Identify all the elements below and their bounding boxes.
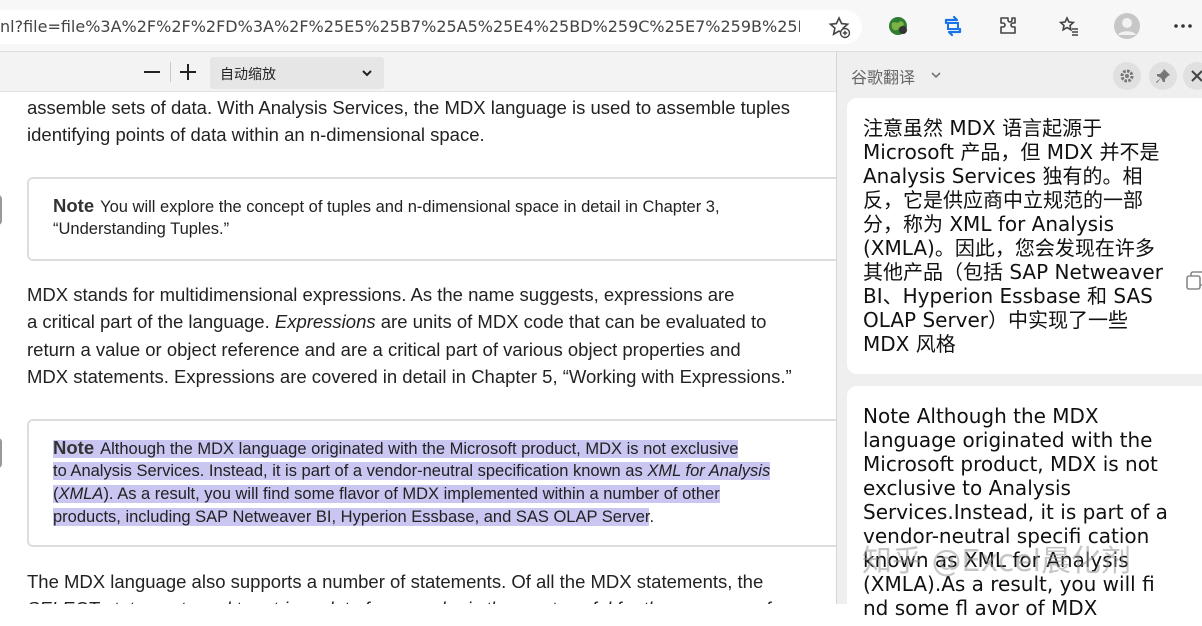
note-line: “Understanding Tuples.”: [53, 220, 230, 238]
favorites-icon[interactable]: [1054, 11, 1084, 41]
toolbar-divider: [170, 62, 171, 82]
translation-line: 反，它是供应商中立规范的一部: [863, 188, 1143, 212]
note-text: You will explore the concept of tuples a…: [100, 198, 720, 216]
paragraph-line: The MDX language also supports a number …: [27, 571, 764, 592]
extensions-puzzle-icon[interactable]: [993, 11, 1023, 41]
translation-line: OLAP Server）中实现了一些: [863, 308, 1129, 332]
source-line: language originated with the: [863, 428, 1153, 452]
source-line: nd some fl avor of MDX: [863, 596, 1098, 620]
address-bar[interactable]: nl?file=file%3A%2F%2F%2FD%3A%2F%25E5%25B…: [0, 10, 862, 44]
translation-line: 分，称为 XML for Analysis: [863, 212, 1115, 236]
zoom-out-button[interactable]: [140, 60, 164, 84]
settings-button[interactable]: [1113, 62, 1141, 90]
more-menu-icon[interactable]: [1168, 11, 1198, 41]
source-line: Services.Instead, it is part of a: [863, 500, 1168, 524]
note-title: Note: [53, 437, 95, 458]
translation-line: 注意虽然 MDX 语言起源于: [863, 116, 1103, 140]
italic-term: Expressions: [274, 311, 376, 332]
translation-line: MDX 风格: [863, 332, 956, 356]
note-line[interactable]: Note Although the MDX language originated…: [53, 436, 739, 461]
intro-line-1: assemble sets of data. With Analysis Ser…: [27, 97, 790, 118]
sidebar-tab-marker: [0, 438, 2, 468]
paragraph-line: SELECT statement used to retrieve data f…: [27, 595, 770, 604]
zoom-in-button[interactable]: [176, 60, 200, 84]
translation-line: BI、Hyperion Essbase 和 SAS: [863, 284, 1153, 308]
favorite-add-icon[interactable]: [824, 12, 854, 42]
source-text-card: Note Although the MDX language originate…: [847, 386, 1202, 626]
note-line[interactable]: products, including SAP Netweaver BI, Hy…: [53, 506, 654, 529]
pin-button[interactable]: [1149, 62, 1177, 90]
note-line[interactable]: to Analysis Services. Instead, it is par…: [53, 460, 771, 483]
source-line: exclusive to Analysis: [863, 476, 1071, 500]
source-line: (XMLA).As a result, you will fi: [863, 572, 1155, 596]
paragraph-line: MDX statements. Expressions are covered …: [27, 366, 792, 387]
sidebar-tab-marker: [0, 195, 2, 225]
pin-icon: [1156, 69, 1170, 83]
pdf-page: assemble sets of data. With Analysis Ser…: [0, 92, 836, 604]
source-line: Microsoft product, MDX is not: [863, 452, 1158, 476]
gear-icon: [1120, 69, 1134, 83]
translation-line: Analysis Services 独有的。相: [863, 164, 1143, 188]
close-icon: [1191, 70, 1202, 82]
pdf-toolbar: 自动缩放: [0, 52, 836, 92]
paragraph-line: a critical part of the language. Express…: [27, 311, 767, 332]
close-button[interactable]: [1183, 62, 1202, 90]
source-line: vendor-neutral specifi cation: [863, 524, 1150, 548]
address-url[interactable]: nl?file=file%3A%2F%2F%2FD%3A%2F%25E5%25B…: [0, 17, 800, 36]
translate-extension-icon[interactable]: [938, 11, 968, 41]
translation-line: Microsoft 产品，但 MDX 并不是: [863, 140, 1160, 164]
translation-card: 注意虽然 MDX 语言起源于 Microsoft 产品，但 MDX 并不是 An…: [847, 98, 1202, 374]
note-line: Note You will explore the concept of tupl…: [53, 194, 720, 219]
paragraph-line: MDX stands for multidimensional expressi…: [27, 284, 735, 305]
note-title: Note: [53, 195, 95, 216]
chevron-down-icon[interactable]: [929, 68, 943, 82]
source-line: Note Although the MDX: [863, 404, 1099, 428]
panel-title[interactable]: 谷歌翻译: [851, 64, 915, 88]
highlighted-note-box: Note Although the MDX language originated…: [27, 419, 836, 547]
translation-line: (XMLA)。因此，您会发现在许多: [863, 236, 1155, 260]
intro-line-2: identifying points of data within an n-d…: [27, 124, 485, 145]
note-line[interactable]: (XMLA). As a result, you will find some …: [53, 483, 720, 506]
zoom-select[interactable]: 自动缩放: [210, 57, 384, 89]
profile-avatar-icon[interactable]: [1112, 11, 1142, 41]
extension-globe-icon[interactable]: [883, 11, 913, 41]
chevron-down-icon: [362, 70, 372, 77]
browser-toolbar: nl?file=file%3A%2F%2F%2FD%3A%2F%25E5%25B…: [0, 0, 1202, 52]
translation-line: 其他产品（包括 SAP Netweaver: [863, 260, 1163, 284]
zoom-select-value: 自动缩放: [220, 67, 276, 83]
translate-panel: 谷歌翻译 注意虽然 MDX 语言起源于 Microsoft 产品，但 MDX 并…: [836, 52, 1202, 626]
copy-icon[interactable]: [1185, 270, 1202, 292]
note-box: Note You will explore the concept of tupl…: [27, 177, 836, 261]
source-line: known as XML for Analysis: [863, 548, 1129, 572]
paragraph-line: return a value or object reference and a…: [27, 339, 741, 360]
